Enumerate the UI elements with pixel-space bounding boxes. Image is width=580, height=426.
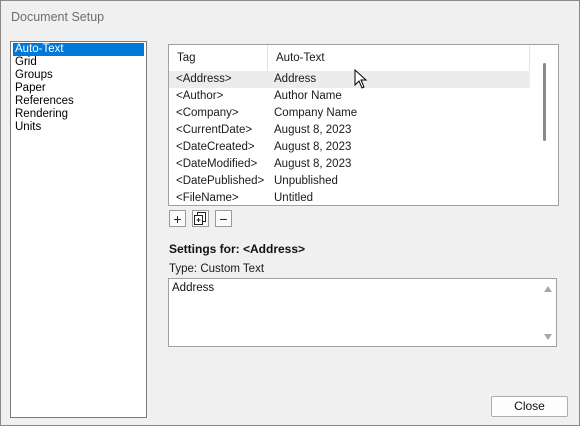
tag-cell: <Address> — [176, 73, 232, 85]
type-label: Type: Custom Text — [169, 263, 265, 275]
auto-text-cell: Unpublished — [274, 175, 338, 187]
remove-tag-button[interactable]: − — [215, 210, 232, 227]
category-list[interactable]: Auto-Text Grid Groups Paper References R… — [10, 41, 147, 418]
category-item-grid[interactable]: Grid — [13, 56, 39, 69]
category-item-groups[interactable]: Groups — [13, 69, 55, 82]
column-header-auto-text[interactable]: Auto-Text — [268, 45, 530, 71]
window-title: Document Setup — [11, 10, 105, 24]
auto-text-cell: Address — [274, 73, 317, 85]
custom-text-field[interactable]: Address — [168, 278, 557, 347]
document-setup-dialog: Document Setup Auto-Text Grid Groups Pap… — [0, 0, 580, 426]
tag-cell: <Author> — [176, 90, 224, 102]
auto-text-cell: August 8, 2023 — [274, 158, 352, 170]
auto-text-cell: Company Name — [274, 107, 358, 119]
table-row[interactable]: <Author> Author Name — [169, 88, 530, 105]
custom-text-value: Address — [172, 282, 215, 294]
tag-cell: <CurrentDate> — [176, 124, 253, 136]
tag-cell: <FileName> — [176, 192, 239, 204]
tag-cell: <DatePublished> — [176, 175, 265, 187]
table-row[interactable]: <DateCreated> August 8, 2023 — [169, 139, 530, 156]
table-row[interactable]: <Address> Address — [169, 71, 530, 88]
table-row[interactable]: <Company> Company Name — [169, 105, 530, 122]
column-header-tag[interactable]: Tag — [169, 45, 268, 71]
auto-text-cell: August 8, 2023 — [274, 124, 352, 136]
add-tag-button[interactable]: + — [169, 210, 186, 227]
table-row[interactable]: <DatePublished> Unpublished — [169, 173, 530, 190]
category-item-references[interactable]: References — [13, 95, 76, 108]
table-row[interactable]: <CurrentDate> August 8, 2023 — [169, 122, 530, 139]
category-item-paper[interactable]: Paper — [13, 82, 48, 95]
table-row[interactable]: <FileName> Untitled — [169, 190, 530, 205]
mouse-pointer-icon — [354, 69, 368, 89]
tag-cell: <DateModified> — [176, 158, 258, 170]
settings-heading: Settings for: <Address> — [169, 242, 306, 256]
scrollbar-thumb[interactable] — [543, 63, 546, 141]
category-item-rendering[interactable]: Rendering — [13, 108, 70, 121]
duplicate-icon — [194, 212, 206, 225]
scroll-down-icon[interactable] — [544, 334, 552, 340]
text-scrollbar[interactable] — [540, 279, 556, 346]
auto-text-cell: Author Name — [274, 90, 342, 102]
scroll-up-icon[interactable] — [544, 286, 552, 292]
category-item-auto-text[interactable]: Auto-Text — [13, 43, 144, 56]
tag-cell: <DateCreated> — [176, 141, 255, 153]
category-item-units[interactable]: Units — [13, 121, 43, 134]
duplicate-tag-button[interactable] — [192, 210, 209, 227]
add-icon: + — [173, 210, 182, 227]
close-button[interactable]: Close — [491, 396, 568, 417]
table-row[interactable]: <DateModified> August 8, 2023 — [169, 156, 530, 173]
remove-icon: − — [219, 210, 228, 227]
tag-cell: <Company> — [176, 107, 239, 119]
auto-text-cell: August 8, 2023 — [274, 141, 352, 153]
title-bar[interactable]: Document Setup — [1, 1, 579, 35]
table-scrollbar[interactable] — [532, 45, 558, 205]
auto-text-cell: Untitled — [274, 192, 313, 204]
